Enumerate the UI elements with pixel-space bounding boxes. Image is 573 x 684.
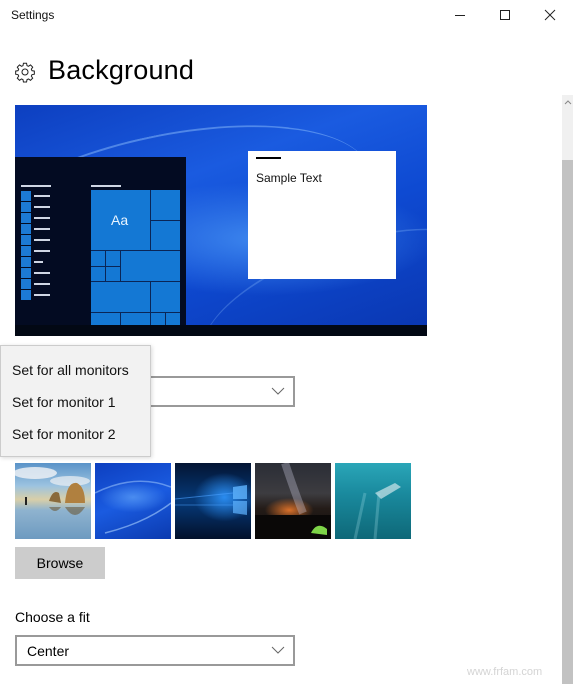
app-list-line — [34, 239, 50, 241]
tile — [151, 282, 180, 312]
tile-label: Aa — [111, 212, 129, 228]
tile — [106, 267, 120, 281]
app-list-icon — [21, 290, 31, 300]
night-sky-tent-image — [255, 463, 331, 539]
tile — [166, 313, 180, 325]
app-list-icon — [21, 202, 31, 212]
maximize-icon — [500, 10, 510, 20]
tile — [106, 251, 120, 266]
gear-icon — [15, 62, 35, 83]
menu-item-set-monitor-2[interactable]: Set for monitor 2 — [1, 418, 150, 450]
tile — [151, 190, 180, 220]
beach-rocks-image — [15, 467, 90, 515]
watermark: www.frfam.com — [467, 666, 543, 678]
app-list-icon — [21, 257, 31, 267]
tile — [151, 221, 180, 250]
choose-fit-combo[interactable]: Center — [15, 635, 295, 666]
underwater-swimmer-image — [353, 483, 401, 539]
chevron-up-icon — [564, 99, 571, 104]
minimize-icon — [455, 15, 465, 16]
app-list-line — [34, 283, 50, 285]
choose-fit-value: Center — [27, 643, 70, 659]
app-list-line — [34, 217, 50, 219]
chevron-down-icon — [271, 387, 285, 395]
windows-logo-image — [175, 485, 247, 515]
app-list-icon — [21, 191, 31, 201]
desktop-preview: Aa Sample Text — [15, 105, 427, 336]
app-list-line — [34, 272, 50, 274]
app-list-icon — [21, 268, 31, 278]
menu-heading-line — [21, 185, 51, 187]
windows-logo-thumbnail[interactable] — [175, 463, 251, 539]
app-list-line — [34, 250, 50, 252]
close-button[interactable] — [527, 0, 573, 30]
choose-fit-label: Choose a fit — [15, 609, 90, 625]
sample-window: Sample Text — [248, 151, 396, 279]
chevron-down-icon — [271, 646, 285, 654]
app-list-line — [34, 294, 50, 296]
tile — [121, 313, 150, 325]
blue-light-image — [95, 480, 171, 534]
app-list-icon — [21, 279, 31, 289]
tile-wide — [121, 251, 180, 281]
app-list-icon — [21, 213, 31, 223]
tile — [91, 282, 150, 312]
beach-rocks-thumbnail[interactable] — [15, 463, 91, 539]
app-list-line — [34, 206, 50, 208]
tiles-grid: Aa — [91, 190, 180, 325]
sample-title-bar — [256, 157, 281, 159]
scroll-up-button[interactable] — [562, 96, 573, 107]
taskbar-preview — [15, 325, 427, 336]
underwater-swimmer-thumbnail[interactable] — [335, 463, 411, 539]
window-title: Settings — [11, 8, 55, 22]
browse-button[interactable]: Browse — [15, 547, 105, 579]
tiles-heading-line — [91, 185, 121, 187]
tile — [91, 267, 105, 281]
app-list-line — [34, 261, 43, 263]
start-menu-preview: Aa — [15, 157, 186, 325]
scrollbar-thumb[interactable] — [562, 160, 573, 684]
app-list-line — [34, 195, 50, 197]
minimize-button[interactable] — [437, 0, 483, 30]
night-sky-tent-thumbnail[interactable] — [255, 463, 331, 539]
tile — [91, 313, 120, 325]
monitor-context-menu: Set for all monitors Set for monitor 1 S… — [0, 345, 151, 457]
app-list-line — [34, 228, 50, 230]
close-icon — [544, 9, 556, 21]
maximize-button[interactable] — [482, 0, 528, 30]
tile — [151, 313, 165, 325]
app-list-icon — [21, 246, 31, 256]
app-list-icon — [21, 235, 31, 245]
page-title: Background — [48, 55, 195, 85]
menu-item-set-monitor-1[interactable]: Set for monitor 1 — [1, 386, 150, 418]
sample-text: Sample Text — [256, 171, 322, 185]
app-list-icon — [21, 224, 31, 234]
menu-item-set-all-monitors[interactable]: Set for all monitors — [1, 354, 150, 386]
blue-light-thumbnail[interactable] — [95, 463, 171, 539]
tile — [91, 251, 105, 266]
